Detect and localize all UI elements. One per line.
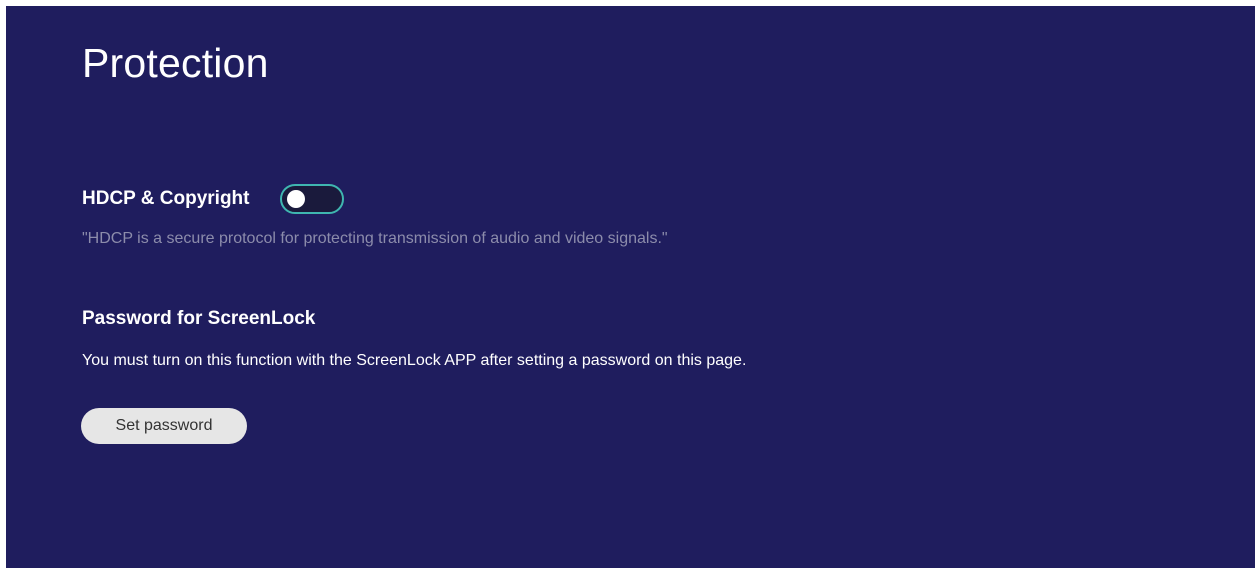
screenlock-password-title: Password for ScreenLock bbox=[82, 308, 316, 329]
set-password-button[interactable]: Set password bbox=[81, 408, 247, 444]
hdcp-label: HDCP & Copyright bbox=[82, 188, 250, 209]
settings-panel: Protection HDCP & Copyright "HDCP is a s… bbox=[6, 6, 1255, 568]
screenlock-password-description: You must turn on this function with the … bbox=[82, 352, 747, 369]
toggle-knob bbox=[287, 190, 306, 208]
hdcp-description: "HDCP is a secure protocol for protectin… bbox=[82, 230, 668, 247]
hdcp-setting-row: HDCP & Copyright bbox=[82, 182, 345, 216]
hdcp-toggle-switch[interactable] bbox=[280, 184, 345, 214]
page-title: Protection bbox=[82, 40, 269, 86]
